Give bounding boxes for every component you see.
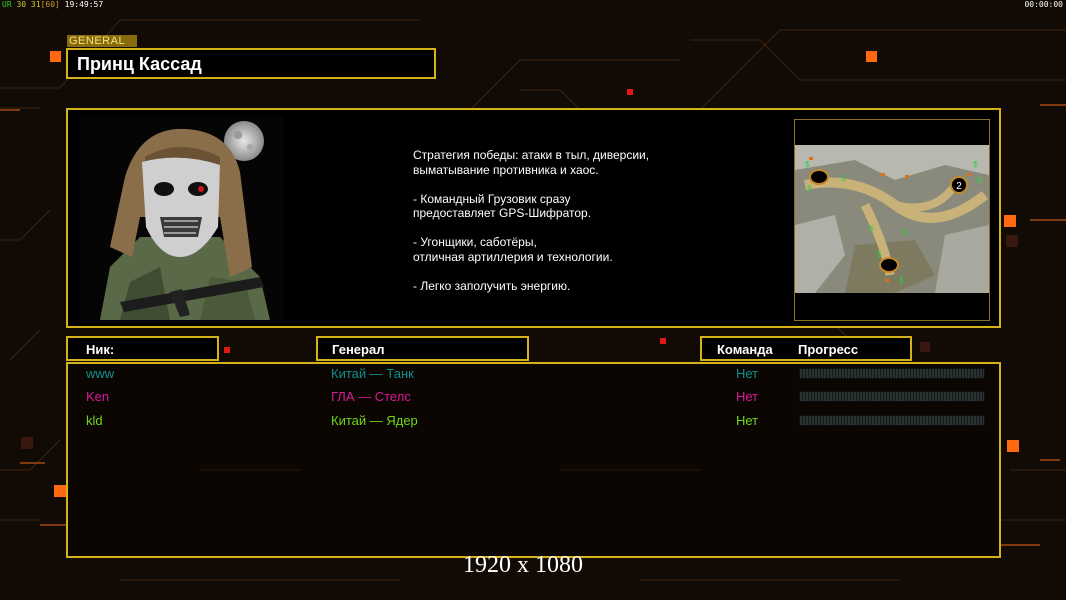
hud-prefix: UR <box>2 0 12 9</box>
general-tag: GENERAL <box>67 35 137 47</box>
svg-text:$: $ <box>869 224 874 233</box>
player-progress-bar <box>799 391 985 402</box>
progress-header-label: Прогресс <box>798 342 859 357</box>
nick-column-header: Ник: <box>66 336 219 361</box>
player-nick: Ken <box>86 389 110 404</box>
svg-text:$: $ <box>841 174 846 183</box>
team-progress-header: Команда Прогресс <box>700 336 912 361</box>
team-header-label: Команда <box>717 342 773 357</box>
player-progress-bar <box>799 368 985 379</box>
player-general: ГЛА — Стелс <box>331 389 411 404</box>
nick-header-label: Ник: <box>86 342 115 357</box>
player-row: www Китай — Танк Нет <box>0 364 1066 384</box>
strategy-description: Стратегия победы: атаки в тыл, диверсии,… <box>413 148 650 293</box>
player-general: Китай — Танк <box>331 366 414 381</box>
svg-text:$: $ <box>903 228 908 237</box>
hooded-soldier-portrait <box>80 117 284 320</box>
svg-text:$: $ <box>807 184 812 193</box>
svg-text:$: $ <box>899 276 904 285</box>
svg-text:$: $ <box>877 250 882 259</box>
hud-clock: 19:49:57 <box>64 0 104 9</box>
fps-counter: UR 30 31[60] 19:49:57 <box>2 0 103 9</box>
hud-values: 30 31 <box>16 0 41 9</box>
player-nick: kld <box>86 413 103 428</box>
player-row: kld Китай — Ядер Нет <box>0 411 1066 431</box>
svg-text:$: $ <box>977 176 982 185</box>
terrain-minimap: 2 $ $ $ $ $ $ $ $ $ <box>795 145 989 293</box>
general-column-header: Генерал <box>316 336 529 361</box>
general-title-box: Принц Кассад <box>66 48 436 79</box>
general-header-label: Генерал <box>332 342 385 357</box>
player-general: Китай — Ядер <box>331 413 418 428</box>
resolution-watermark: 1920 x 1080 <box>463 552 583 578</box>
svg-text:$: $ <box>805 160 810 169</box>
game-timer: 00:00:00 <box>1024 0 1063 9</box>
svg-text:$: $ <box>973 160 978 169</box>
player-progress-bar <box>799 415 985 426</box>
player-row: Ken ГЛА — Стелс Нет <box>0 387 1066 407</box>
player-nick: www <box>86 366 115 381</box>
general-name: Принц Кассад <box>77 54 202 74</box>
hud-bracket: [60] <box>40 0 60 9</box>
player-team: Нет <box>736 389 759 404</box>
player-team: Нет <box>736 366 759 381</box>
minimap-start-label: 2 <box>956 181 962 192</box>
player-team: Нет <box>736 413 759 428</box>
